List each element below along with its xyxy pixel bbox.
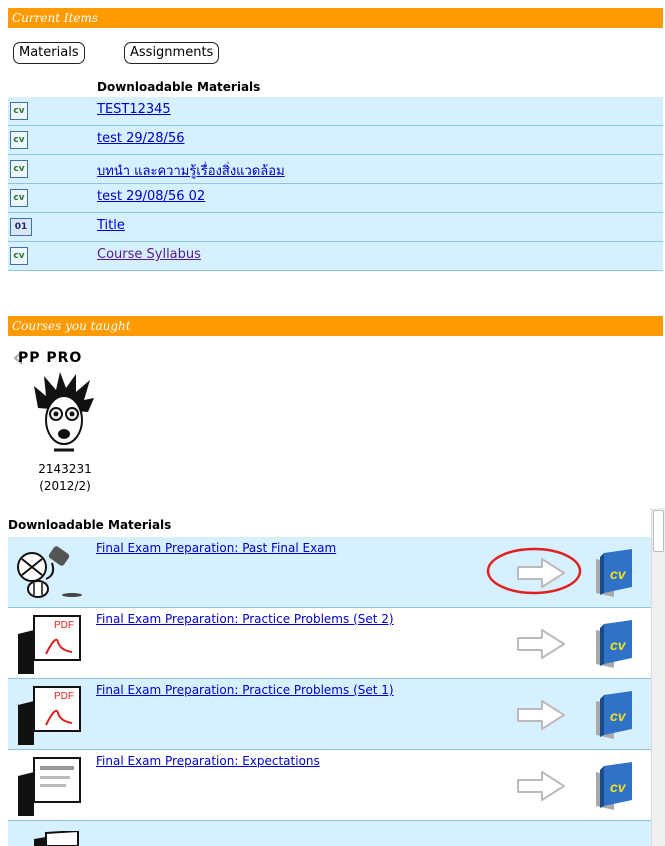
cv-book-icon[interactable]: cv xyxy=(590,689,640,743)
material-row: PDF Final Exam Preparation: Practice Pro… xyxy=(8,679,651,750)
material-row: Final Exam Preparation: Expectations cv xyxy=(8,750,651,821)
arrow-right-icon[interactable] xyxy=(512,697,572,733)
title-slide-icon[interactable]: 01 xyxy=(10,218,32,236)
downloadable-materials-heading: Downloadable Materials xyxy=(97,80,261,94)
scrollbar-thumb[interactable] xyxy=(653,510,664,552)
slide-thumb-icon[interactable] xyxy=(16,756,88,816)
list-item: cv test 29/08/56 02 xyxy=(8,184,663,213)
highlight-circle xyxy=(486,547,582,595)
list-item: cv บทนำ และความรู้เรื่องสิ่งแวดล้อม xyxy=(8,155,663,184)
cv-book-icon[interactable]: cv xyxy=(590,547,640,601)
list-item: cv Course Syllabus xyxy=(8,242,663,271)
item-link[interactable]: บทนำ และความรู้เรื่องสิ่งแวดล้อม xyxy=(97,160,285,181)
cv-doc-icon[interactable]: cv xyxy=(10,160,28,178)
svg-text:PDF: PDF xyxy=(54,691,74,702)
arrow-right-icon[interactable] xyxy=(512,768,572,804)
pdf-thumb-icon[interactable]: PDF xyxy=(16,685,88,745)
item-link[interactable]: test 29/08/56 02 xyxy=(97,189,205,204)
material-link[interactable]: Final Exam Preparation: Practice Problem… xyxy=(96,683,394,697)
svg-text:cv: cv xyxy=(610,566,627,582)
exam-thumb-icon[interactable] xyxy=(16,545,88,601)
materials-heading: Downloadable Materials xyxy=(8,518,172,532)
item-link[interactable]: test 29/28/56 xyxy=(97,131,184,146)
courses-taught-header: Courses you taught xyxy=(8,316,663,336)
material-row: PDF Final Exam Preparation: Practice Pro… xyxy=(8,608,651,679)
material-link[interactable]: Final Exam Preparation: Past Final Exam xyxy=(96,541,336,555)
course-code[interactable]: PP PRO xyxy=(18,350,82,366)
materials-button[interactable]: Materials xyxy=(13,42,85,64)
item-link[interactable]: TEST12345 xyxy=(97,102,171,117)
cv-doc-icon[interactable]: cv xyxy=(10,247,28,265)
pdf-thumb-icon[interactable]: PDF xyxy=(16,614,88,674)
doc-thumb-icon[interactable] xyxy=(34,831,80,846)
assignments-button[interactable]: Assignments xyxy=(124,42,220,64)
item-link[interactable]: Title xyxy=(97,218,125,233)
arrow-right-icon[interactable] xyxy=(512,626,572,662)
list-item: cv TEST12345 xyxy=(8,97,663,126)
cv-doc-icon[interactable]: cv xyxy=(10,102,28,120)
cv-doc-icon[interactable]: cv xyxy=(10,131,28,149)
list-item: 01 Title xyxy=(8,213,663,242)
svg-text:cv: cv xyxy=(610,779,627,795)
course-number: 2143231 xyxy=(38,462,92,476)
material-row: Final Exam Preparation: Past Final Exam … xyxy=(8,537,651,608)
list-item: cv test 29/28/56 xyxy=(8,126,663,155)
item-link[interactable]: Course Syllabus xyxy=(97,247,201,262)
svg-text:cv: cv xyxy=(610,708,627,724)
cv-book-icon[interactable]: cv xyxy=(590,760,640,814)
material-link[interactable]: Final Exam Preparation: Expectations xyxy=(96,754,320,768)
material-link[interactable]: Final Exam Preparation: Practice Problem… xyxy=(96,612,394,626)
svg-text:cv: cv xyxy=(610,637,627,653)
cv-book-icon[interactable]: cv xyxy=(590,618,640,672)
current-items-header: Current Items xyxy=(8,8,663,28)
course-term: (2012/2) xyxy=(39,479,91,493)
material-row-partial xyxy=(8,821,651,846)
course-avatar-icon[interactable] xyxy=(32,370,96,456)
scrollbar[interactable] xyxy=(651,508,665,846)
cv-doc-icon[interactable]: cv xyxy=(10,189,28,207)
svg-text:PDF: PDF xyxy=(54,620,74,631)
